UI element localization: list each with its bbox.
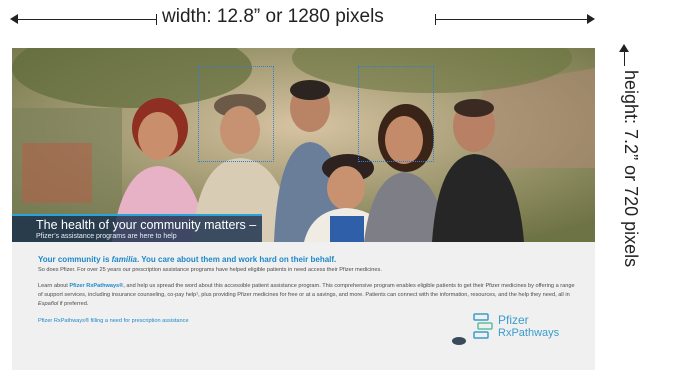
width-label: width: 12.8” or 1280 pixels [162,6,384,27]
ad-page: The health of your community matters – P… [12,48,595,370]
height-line-top [624,52,625,66]
pfizer-logo-icon [452,337,466,345]
body-paragraph-1: So does Pfizer. For over 25 years our pr… [38,267,382,273]
width-tick-left [156,14,157,25]
body-paragraph-2: Learn about Pfizer RxPathways®, and help… [38,282,578,309]
hero-banner: The health of your community matters – P… [12,214,262,242]
arrow-up-icon [619,44,629,52]
rxpathways-logo: Pfizer RxPathways [468,310,574,344]
para2-part-a: Learn about [38,283,70,289]
ad-content: Your community is familia. You care abou… [12,242,595,370]
height-annotation: height: 7.2” or 720 pixels [612,44,641,370]
para2-part-c: if preferred. [58,301,89,307]
hero-headline: The health of your community matters – [36,218,257,232]
heading-start: Your community is [38,255,112,264]
hero-subhead: Pfizer’s assistance programs are here to… [36,233,177,240]
logo-line-2: RxPathways [498,327,560,339]
para2-brand: Pfizer RxPathways® [69,283,124,289]
logo-line-1: Pfizer [498,313,529,327]
heading-em: familia [111,255,137,264]
body-heading: Your community is familia. You care abou… [38,255,336,264]
heading-end: . You care about them and work hard on t… [136,255,337,264]
para2-em: Español [38,301,59,307]
family-photo-illustration [12,48,595,242]
arrow-right-icon [587,14,595,24]
tagline: Pfizer RxPathways® filling a need for pr… [38,318,189,324]
width-annotation: width: 12.8” or 1280 pixels [10,6,595,32]
width-line-right [436,19,588,20]
hero-photo: The health of your community matters – P… [12,48,595,242]
width-line-left [16,19,156,20]
face-focus-box [198,66,274,162]
rxpathways-mark-icon [473,313,493,339]
height-label: height: 7.2” or 720 pixels [621,70,641,268]
face-focus-box [358,66,434,162]
